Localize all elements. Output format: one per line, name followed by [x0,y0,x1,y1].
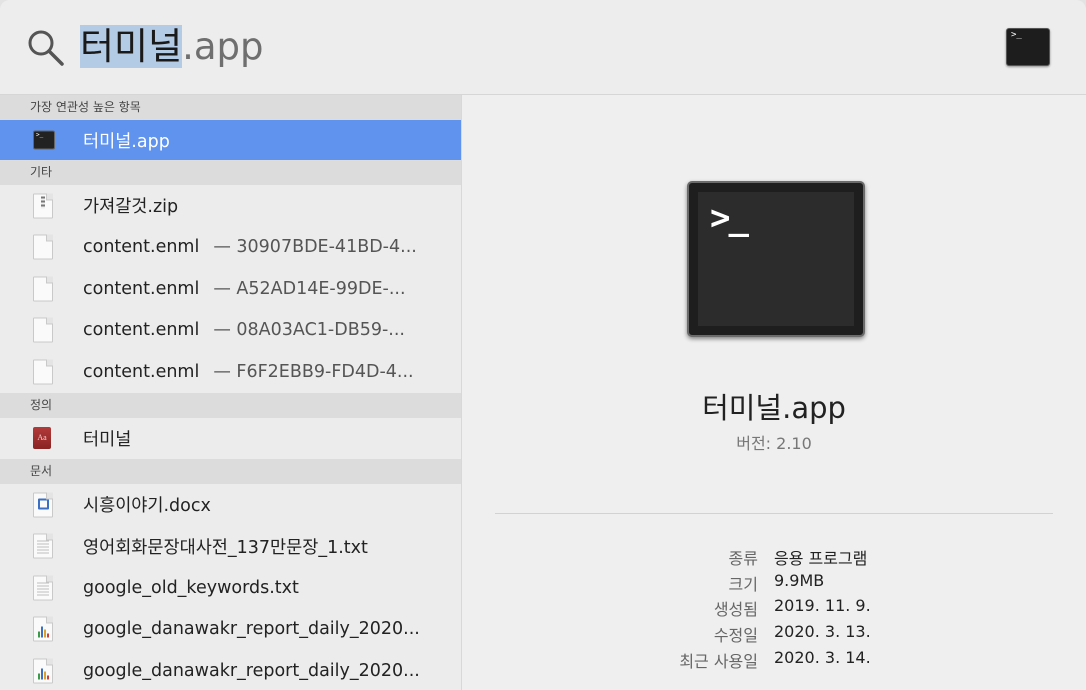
terminal-prompt-glyph: >_ [710,198,749,238]
result-label: 터미널 [83,429,132,450]
query-completion-text: .app [182,25,264,68]
search-input[interactable]: 터미널.app [80,22,264,72]
text-file-icon [33,575,53,601]
result-item[interactable]: content.enml — F6F2EBB9-FD4D-4... [0,351,461,393]
terminal-prompt-glyph: >_ [1011,30,1022,40]
result-path: — 30907BDE-41BD-4... [213,237,417,258]
result-label: content.enml [83,237,200,258]
section-header-other: 기타 [0,160,461,185]
spreadsheet-icon [33,616,53,642]
terminal-icon: >_ [33,130,55,150]
result-label: google_danawakr_report_daily_2020... [83,619,420,640]
result-item[interactable]: google_old_keywords.txt [0,567,461,609]
result-label: 시흥이야기.docx [83,496,211,517]
result-item[interactable]: 가져갈것.zip [0,185,461,227]
metadata-row: 생성됨 2019. 11. 9. [462,596,1086,622]
document-icon [33,234,53,260]
result-label: google_danawakr_report_daily_2020... [83,660,420,681]
metadata-key: 크기 [728,574,758,594]
word-document-icon [33,492,53,518]
result-item[interactable]: content.enml — 08A03AC1-DB59-... [0,310,461,352]
metadata-key: 종류 [728,549,758,568]
metadata-row: 수정일 2020. 3. 13. [462,622,1086,648]
document-icon [33,359,53,385]
query-selected-text: 터미널 [80,25,183,68]
metadata-value: 2020. 3. 14. [774,647,871,667]
dictionary-icon: Aa [33,427,51,450]
result-item[interactable]: Aa 터미널 [0,418,461,460]
section-header-top-hit: 가장 연관성 높은 항목 [0,95,461,120]
result-label: content.enml [83,361,200,382]
result-item[interactable]: 시흥이야기.docx [0,484,461,526]
results-list[interactable]: 가장 연관성 높은 항목 >_ 터미널.app 기타 가져갈것.zip cont… [0,95,462,690]
search-icon [28,30,64,66]
result-label: google_old_keywords.txt [83,577,299,598]
result-label: 터미널.app [83,131,170,152]
result-item[interactable]: 영어회화문장대사전_137만문장_1.txt [0,526,461,568]
divider [495,513,1053,514]
result-label: 영어회화문장대사전_137만문장_1.txt [83,537,368,558]
preview-version: 버전: 2.10 [736,434,812,453]
spotlight-window: 터미널.app >_ 가장 연관성 높은 항목 >_ 터미널.app 기타 가져… [0,0,1086,690]
section-header-documents: 문서 [0,459,461,484]
metadata-row: 최근 사용일 2020. 3. 14. [462,648,1086,674]
spreadsheet-icon [33,658,53,684]
preview-metadata: 종류 응용 프로그램 크기 9.9MB 생성됨 2019. 11. 9. 수정일 202… [462,545,1086,673]
metadata-value: 응용 프로그램 [774,549,868,568]
terminal-prompt-glyph: >_ [36,131,44,139]
search-bar: 터미널.app >_ [0,0,1086,95]
result-label: 가져갈것.zip [83,197,179,218]
result-label: content.enml [83,278,200,299]
terminal-icon: >_ [1006,28,1050,66]
result-path: — A52AD14E-99DE-... [213,278,406,299]
result-item[interactable]: content.enml — A52AD14E-99DE-... [0,268,461,310]
metadata-key: 수정일 [713,626,758,646]
metadata-value: 2019. 11. 9. [774,596,871,616]
metadata-key: 최근 사용일 [679,651,758,671]
zip-file-icon [33,193,53,219]
result-item[interactable]: google_danawakr_report_daily_2020... [0,650,461,690]
result-item[interactable]: google_danawakr_report_daily_2020... [0,609,461,651]
metadata-value: 9.9MB [774,570,825,590]
result-path: — 08A03AC1-DB59-... [213,320,405,341]
document-icon [33,276,53,302]
result-path: — F6F2EBB9-FD4D-4... [213,361,414,382]
metadata-row: 종류 응용 프로그램 [462,545,1086,571]
result-item[interactable]: content.enml — 30907BDE-41BD-4... [0,227,461,269]
section-header-definition: 정의 [0,392,461,418]
metadata-key: 생성됨 [713,600,758,620]
result-item-top-hit[interactable]: >_ 터미널.app [0,120,461,160]
preview-pane: >_ 터미널.app 버전: 2.10 종류 응용 프로그램 크기 9.9MB 생성… [462,95,1086,690]
preview-app-name: 터미널.app [702,391,846,425]
metadata-value: 2020. 3. 13. [774,622,871,642]
metadata-row: 크기 9.9MB [462,571,1086,597]
terminal-app-icon[interactable]: >_ [687,181,865,337]
document-icon [33,317,53,343]
text-file-icon [33,533,53,559]
result-label: content.enml [83,320,200,341]
